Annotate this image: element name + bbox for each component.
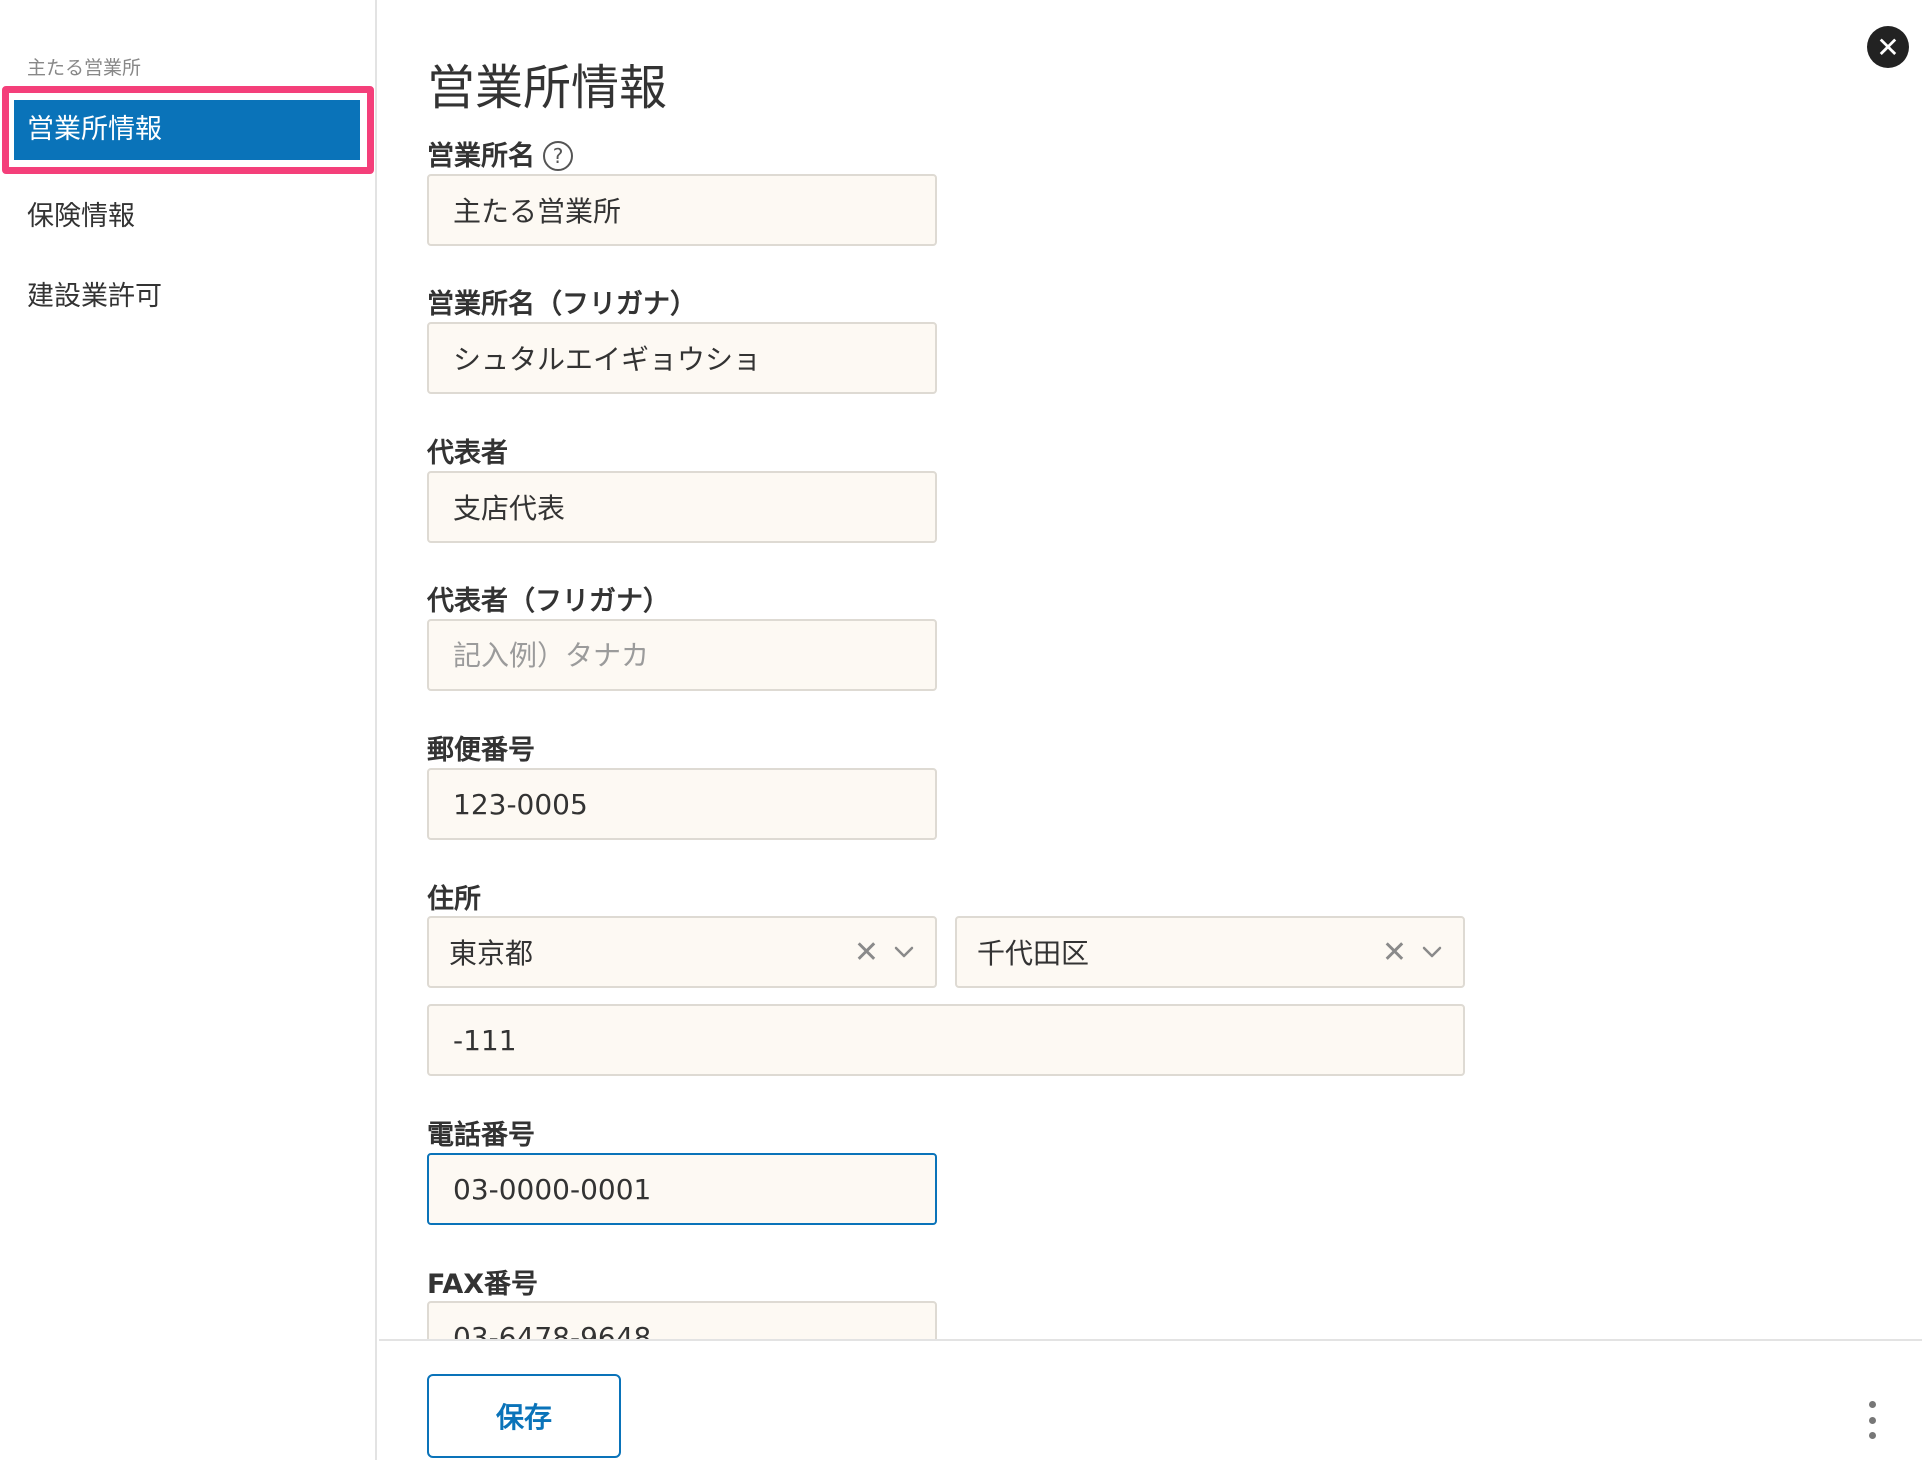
chevron-down-icon[interactable] xyxy=(1421,941,1443,963)
prefecture-select-value: 東京都 xyxy=(449,937,534,970)
more-vertical-icon xyxy=(1868,1432,1876,1439)
city-select-value: 千代田区 xyxy=(977,937,1090,970)
sidebar-heading: 主たる営業所 xyxy=(27,57,142,79)
page-title: 営業所情報 xyxy=(427,60,668,116)
fax-label: FAX番号 xyxy=(427,1269,539,1300)
close-icon: ✕ xyxy=(1876,30,1900,64)
address-label: 住所 xyxy=(427,884,481,915)
city-select[interactable]: 千代田区 ✕ xyxy=(955,916,1465,988)
prefecture-clear-icon[interactable]: ✕ xyxy=(854,935,879,970)
sidebar-item-insurance-info[interactable]: 保険情報 xyxy=(27,194,135,233)
sidebar-item-construction-license[interactable]: 建設業許可 xyxy=(27,274,162,313)
more-vertical-icon xyxy=(1868,1401,1876,1408)
main-panel: 営業所情報 ✕ 営業所名? 営業所名（フリガナ） 代表者 代表者（フリガナ） 郵… xyxy=(379,0,1922,1340)
save-button[interactable]: 保存 xyxy=(427,1374,621,1458)
office-name-input[interactable] xyxy=(427,174,937,246)
sidebar: 主たる営業所 営業所情報 保険情報 建設業許可 xyxy=(0,0,377,1460)
footer-bar: 保存 xyxy=(379,1339,1922,1460)
chevron-down-icon[interactable] xyxy=(893,941,915,963)
office-name-label-text: 営業所名 xyxy=(427,141,535,172)
representative-kana-input[interactable] xyxy=(427,619,937,691)
help-icon[interactable]: ? xyxy=(543,141,573,171)
fax-input[interactable] xyxy=(427,1301,937,1340)
office-name-kana-input[interactable] xyxy=(427,322,937,394)
representative-input[interactable] xyxy=(427,471,937,543)
more-options-button[interactable] xyxy=(1857,1401,1887,1439)
sidebar-item-office-info[interactable]: 営業所情報 xyxy=(14,100,360,160)
phone-input[interactable] xyxy=(427,1153,937,1225)
more-vertical-icon xyxy=(1868,1416,1876,1424)
representative-label: 代表者 xyxy=(427,438,508,469)
street-address-input[interactable] xyxy=(427,1004,1465,1076)
representative-kana-label: 代表者（フリガナ） xyxy=(427,586,670,617)
phone-label: 電話番号 xyxy=(427,1120,535,1151)
close-button[interactable]: ✕ xyxy=(1867,26,1909,68)
postal-code-input[interactable] xyxy=(427,768,937,840)
city-clear-icon[interactable]: ✕ xyxy=(1382,935,1407,970)
office-name-label: 営業所名? xyxy=(427,134,573,173)
prefecture-select[interactable]: 東京都 ✕ xyxy=(427,916,937,988)
postal-code-label: 郵便番号 xyxy=(427,735,535,766)
office-name-kana-label: 営業所名（フリガナ） xyxy=(427,289,697,320)
